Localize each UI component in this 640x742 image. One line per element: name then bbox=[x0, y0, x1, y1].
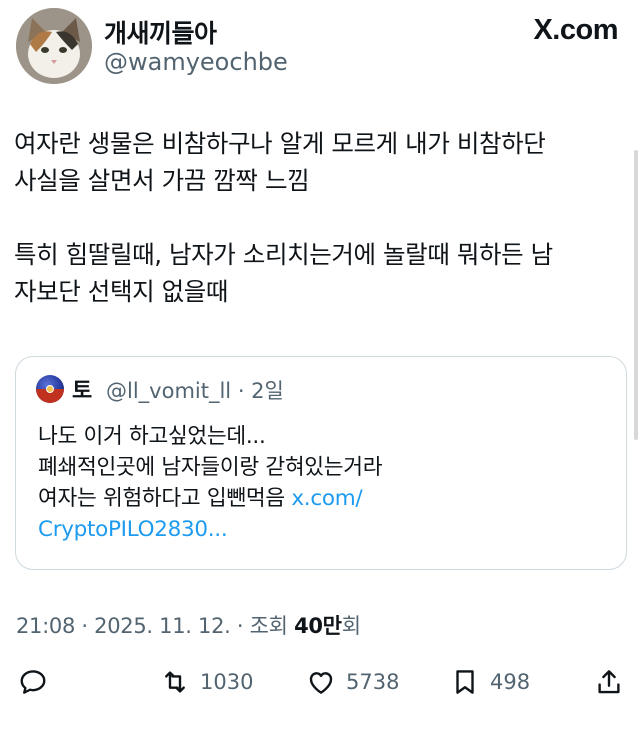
scrollbar[interactable] bbox=[634, 150, 638, 440]
quoted-handle-time: @ll_vomit_ll · 2일 bbox=[106, 379, 284, 403]
share-button[interactable] bbox=[594, 660, 624, 704]
tweet-header: 개새끼들아 @wamyeochbe X.com bbox=[0, 0, 640, 100]
like-button[interactable]: 5738 bbox=[306, 660, 399, 704]
bookmark-icon bbox=[456, 670, 474, 694]
user-handle[interactable]: @wamyeochbe bbox=[104, 48, 288, 76]
quoted-text: 나도 이거 하고싶었는데... 폐쇄적인곳에 남자들이랑 갇혀있는거라 여자는 … bbox=[38, 421, 608, 545]
timestamp-date[interactable]: 21:08 · 2025. 11. 12. · 조회 bbox=[16, 614, 294, 638]
reply-icon bbox=[20, 670, 46, 694]
tweet-text: 여자란 생물은 비참하구나 알게 모르게 내가 비참하단 사실을 살면서 가끔 … bbox=[14, 129, 553, 306]
tweet-timestamp: 21:08 · 2025. 11. 12. · 조회 40만회 bbox=[16, 610, 361, 640]
heart-icon bbox=[309, 672, 333, 694]
quoted-avatar[interactable] bbox=[36, 375, 64, 403]
bookmark-count: 498 bbox=[490, 670, 531, 694]
x-logo: X.com bbox=[533, 14, 618, 46]
display-name[interactable]: 개새끼들아 bbox=[104, 14, 217, 50]
retweet-count: 1030 bbox=[200, 670, 254, 694]
quoted-display-name: 토 bbox=[72, 379, 93, 404]
avatar[interactable] bbox=[16, 8, 92, 84]
like-count: 5738 bbox=[346, 670, 400, 694]
share-icon bbox=[598, 670, 620, 694]
retweet-button[interactable]: 1030 bbox=[160, 660, 253, 704]
bookmark-button[interactable]: 498 bbox=[450, 660, 530, 704]
action-bar: 1030 5738 498 bbox=[0, 660, 640, 704]
view-count: 40만 bbox=[294, 614, 342, 638]
views-suffix: 회 bbox=[341, 614, 361, 638]
quoted-tweet[interactable]: 토 @ll_vomit_ll · 2일 나도 이거 하고싶었는데... 폐쇄적인… bbox=[15, 356, 627, 570]
retweet-icon bbox=[165, 671, 185, 693]
reply-button[interactable] bbox=[18, 660, 48, 704]
